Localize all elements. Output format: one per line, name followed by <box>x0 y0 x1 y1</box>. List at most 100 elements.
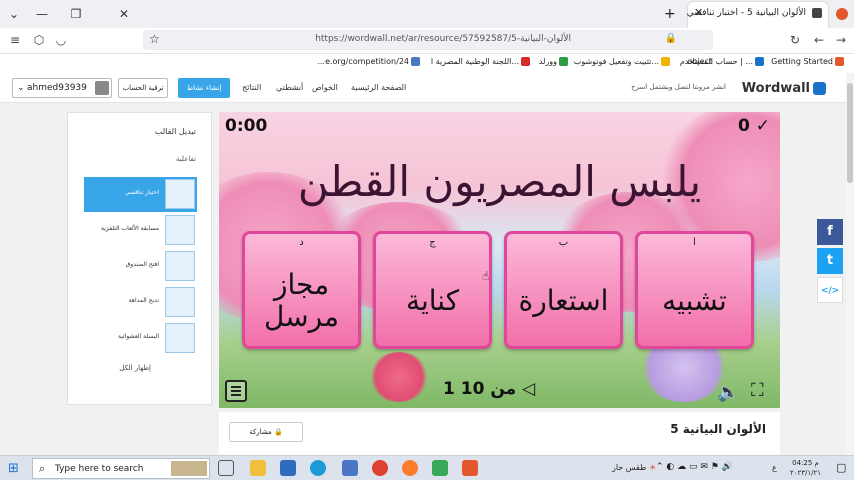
answer-option-a[interactable]: ا تشبيه <box>635 231 754 349</box>
close-window-icon[interactable]: ✕ <box>114 4 134 24</box>
bookmark-item[interactable]: تثبيت وتفعيل فوتوشوب... <box>574 57 672 66</box>
chevron-down-icon: ⌄ <box>17 83 25 93</box>
template-open-box[interactable]: افتح الصندوق <box>84 249 197 284</box>
answer-letter: ا <box>693 237 696 248</box>
weather-widget[interactable]: طقس حار ☀ <box>612 463 656 472</box>
resource-title: الألوان البيانية 5 <box>670 422 766 436</box>
template-label: تدبج المداهة <box>128 297 159 304</box>
tab-title: الألوان البيانية 5 - اختبار تنافسي <box>686 8 806 18</box>
lock-icon[interactable]: 🔒 <box>665 33 677 44</box>
search-icon: ⌕ <box>39 462 46 475</box>
app-icon[interactable] <box>462 460 478 476</box>
answer-letter: ب <box>558 237 569 248</box>
bookmark-item[interactable]: وورلد <box>539 57 570 66</box>
pocket-icon[interactable]: ◡ <box>52 31 70 49</box>
bookmark-item[interactable]: ...e.org/competition/24 <box>317 57 422 66</box>
reload-icon[interactable]: ↻ <box>786 31 804 49</box>
minimize-icon[interactable]: — <box>32 4 52 24</box>
chrome-icon[interactable] <box>372 460 388 476</box>
task-view-icon[interactable] <box>218 460 234 476</box>
tab-close-icon[interactable]: ✕ <box>694 6 703 19</box>
bookmark-star-icon[interactable]: ☆ <box>149 32 160 46</box>
nav-features[interactable]: الخواص <box>312 83 338 92</box>
clock-time: 04:25 م <box>792 459 819 467</box>
tab-list-icon[interactable]: ⌄ <box>4 4 24 24</box>
open-box-thumbnail-icon <box>165 251 195 281</box>
share-button[interactable]: مشاركة 🔒 <box>229 422 303 442</box>
whack-thumbnail-icon <box>165 287 195 317</box>
sound-icon[interactable]: 🔈 <box>717 382 739 403</box>
url-bar[interactable]: ☆ https://wordwall.net/ar/resource/57592… <box>143 30 713 50</box>
user-menu[interactable]: ⌄ ahmed93939 <box>12 78 112 98</box>
show-all-link[interactable]: إظهار الكل <box>119 364 151 372</box>
answer-option-c[interactable]: ج كناية <box>373 231 492 349</box>
input-language[interactable]: ع <box>772 463 777 472</box>
nav-results[interactable]: النتائج <box>242 83 261 92</box>
template-label: افتح الصندوق <box>125 261 159 268</box>
answer-option-d[interactable]: د مجاز مرسل <box>242 231 361 349</box>
bookmark-icon <box>835 57 844 66</box>
flower <box>369 352 429 402</box>
firefox-icon[interactable] <box>402 460 418 476</box>
new-tab-button[interactable]: + <box>664 6 676 22</box>
resource-info: الألوان البيانية 5 مشاركة 🔒 <box>219 412 780 455</box>
facebook-icon[interactable]: f <box>817 219 843 245</box>
social-share-bar: f t </> <box>817 219 843 306</box>
forward-icon[interactable]: ← <box>810 31 828 49</box>
play-triangle-icon[interactable]: ◁ <box>522 379 535 399</box>
answer-letter: د <box>299 237 304 248</box>
question-text: يلبس المصريون القطن <box>297 157 702 206</box>
notifications-icon[interactable]: ▢ <box>836 461 846 474</box>
extensions-icon[interactable]: ⬡ <box>30 31 48 49</box>
scrollbar-thumb[interactable] <box>847 83 853 183</box>
site-header: Wordwall انشر مرونتا لتصل ويشتمل اسرح ال… <box>0 73 846 103</box>
template-whack[interactable]: تدبج المداهة <box>84 285 197 320</box>
promo-text[interactable]: انشر مرونتا لتصل ويشتمل اسرح <box>631 83 726 91</box>
nav-home[interactable]: الصفحة الرئيسية <box>351 83 406 92</box>
page-scrollbar[interactable] <box>846 73 854 455</box>
answer-letter: ج <box>429 237 436 248</box>
mail-icon[interactable] <box>280 460 296 476</box>
bookmark-item[interactable]: object <box>687 57 712 66</box>
template-random-wheel[interactable]: البسلة العشوائية <box>84 321 197 356</box>
upgrade-account-button[interactable]: ترقية الحساب <box>118 78 168 98</box>
clock[interactable]: 04:25 م ٢٠٢٣/١/٢١ <box>790 458 821 478</box>
answer-text: تشبيه <box>662 283 727 317</box>
back-icon[interactable]: → <box>832 31 850 49</box>
twitter-icon[interactable]: t <box>817 248 843 274</box>
embed-icon[interactable]: </> <box>817 277 843 303</box>
nav-my-activities[interactable]: أنشطتي <box>276 83 303 92</box>
template-panel-title: تبديل القالب <box>154 127 196 136</box>
system-tray[interactable]: ⌃ ◐ ☁ ▭ ✉ ⚑ 🔊 <box>656 462 733 472</box>
edge-icon[interactable] <box>310 460 326 476</box>
bookmark-icon <box>661 57 670 66</box>
tab-active[interactable]: الألوان البيانية 5 - اختبار تنافسي ✕ <box>686 2 828 28</box>
username: ahmed93939 <box>27 83 87 93</box>
taskbar-search-input[interactable]: ⌕ Type here to search <box>32 458 210 479</box>
bookmark-icon <box>521 57 530 66</box>
pinned-tab-icon[interactable] <box>836 8 848 20</box>
restore-icon[interactable]: ❐ <box>66 4 86 24</box>
camtasia-icon[interactable] <box>432 460 448 476</box>
game-area[interactable]: 0:00 0 ✓ يلبس المصريون القطن ا تشبيه ب ا… <box>219 112 780 408</box>
search-highlight-image <box>171 461 207 476</box>
template-gameshow[interactable]: مسابقة الألعاب التلفزية <box>84 213 197 248</box>
create-activity-button[interactable]: إنشاء نشاط <box>178 78 230 98</box>
template-label: البسلة العشوائية <box>118 333 159 340</box>
wordwall-logo[interactable]: Wordwall <box>742 81 826 96</box>
url-text[interactable]: https://wordwall.net/ar/resource/5759258… <box>315 34 571 44</box>
check-icon: ✓ <box>755 116 770 136</box>
wheel-thumbnail-icon <box>165 323 195 353</box>
answer-option-b[interactable]: ب استعارة <box>504 231 623 349</box>
file-explorer-icon[interactable] <box>250 460 266 476</box>
template-quiz[interactable]: اختبار تنافسي <box>84 177 197 212</box>
windows-start-icon[interactable]: ⊞ <box>8 461 19 476</box>
game-menu-button[interactable] <box>225 380 247 402</box>
bookmark-item[interactable]: اللجنة الوطنية المصرية ا... <box>431 57 532 66</box>
bookmark-item[interactable]: Getting Started <box>771 57 846 66</box>
store-icon[interactable] <box>342 460 358 476</box>
menu-icon[interactable]: ≡ <box>6 31 24 49</box>
answer-text: مجاز مرسل <box>263 267 340 333</box>
fullscreen-icon[interactable]: ⛶ <box>751 380 764 401</box>
bookmark-icon <box>411 57 420 66</box>
